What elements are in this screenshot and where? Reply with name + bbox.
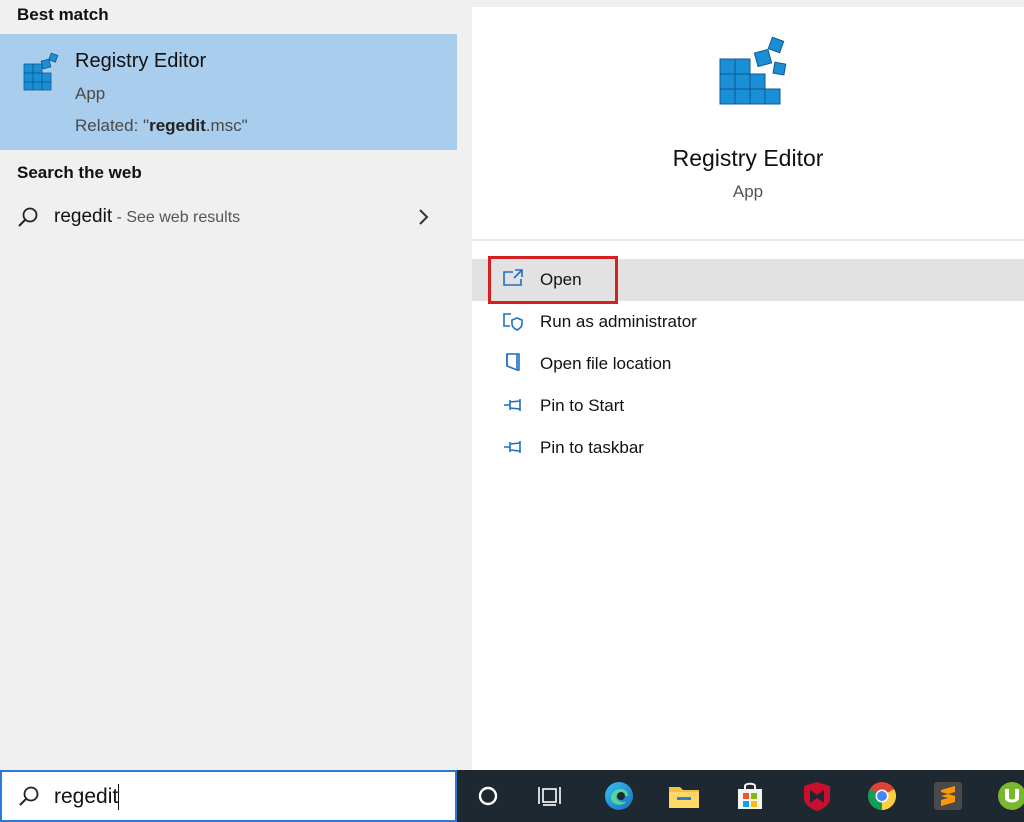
action-run-as-administrator[interactable]: Run as administrator xyxy=(472,301,1024,343)
edge-taskbar-button[interactable] xyxy=(592,770,646,822)
app-detail-type: App xyxy=(732,182,764,201)
file-location-icon xyxy=(506,353,520,372)
app-detail-title: Registry Editor xyxy=(672,145,824,171)
search-results-pane: Best match Registry Editor App Related: … xyxy=(0,0,457,770)
chevron-right-icon[interactable] xyxy=(414,208,432,226)
open-window-icon xyxy=(503,269,523,286)
text-caret xyxy=(118,784,119,810)
edge-icon xyxy=(605,782,633,810)
action-label: Open xyxy=(540,270,582,289)
app-detail-pane: Registry Editor App Open Run as administ… xyxy=(472,7,1024,770)
file-explorer-icon xyxy=(669,787,699,808)
pin-icon xyxy=(504,441,521,453)
taskbar xyxy=(457,770,1024,822)
web-result-term: regedit xyxy=(54,206,113,227)
sublime-taskbar-button[interactable] xyxy=(921,770,975,822)
taskbar-search-box[interactable] xyxy=(0,770,457,822)
file-explorer-taskbar-button[interactable] xyxy=(657,770,711,822)
shield-admin-icon xyxy=(503,313,523,331)
best-match-title: Registry Editor xyxy=(75,50,207,72)
web-result-label: regedit - See web results xyxy=(54,206,240,228)
cortana-button[interactable] xyxy=(461,770,515,822)
best-match-item-registry-editor[interactable]: Registry Editor App Related: "regedit.ms… xyxy=(0,34,457,150)
store-taskbar-button[interactable] xyxy=(723,770,777,822)
related-suffix: .msc" xyxy=(205,116,248,135)
mcafee-taskbar-button[interactable] xyxy=(790,770,844,822)
search-icon xyxy=(19,786,39,806)
registry-editor-large-icon xyxy=(719,36,787,105)
task-view-button[interactable] xyxy=(523,770,577,822)
app-detail-header: Registry Editor App xyxy=(472,7,1024,239)
web-result-item[interactable]: regedit - See web results xyxy=(0,196,457,240)
action-label: Pin to Start xyxy=(540,396,625,415)
best-match-type: App xyxy=(75,84,106,103)
action-open[interactable]: Open xyxy=(472,256,1024,304)
chrome-icon xyxy=(868,782,896,810)
store-icon xyxy=(738,782,762,809)
related-prefix: Related: " xyxy=(75,116,150,135)
utorrent-taskbar-button[interactable] xyxy=(985,770,1024,822)
task-view-icon xyxy=(538,787,561,806)
related-term: regedit xyxy=(149,116,206,135)
action-open-file-location[interactable]: Open file location xyxy=(472,343,1024,385)
cortana-circle-icon xyxy=(478,786,498,806)
action-label: Run as administrator xyxy=(540,312,697,331)
utorrent-icon xyxy=(998,782,1024,810)
best-match-related: Related: "regedit.msc" xyxy=(75,116,248,136)
search-web-heading: Search the web xyxy=(17,163,142,182)
action-pin-to-start[interactable]: Pin to Start xyxy=(472,385,1024,427)
sublime-icon xyxy=(934,782,962,810)
detail-divider xyxy=(472,239,1024,241)
mcafee-icon xyxy=(804,782,830,811)
pin-icon xyxy=(504,399,521,411)
search-icon xyxy=(18,207,38,227)
chrome-taskbar-button[interactable] xyxy=(855,770,909,822)
best-match-heading: Best match xyxy=(17,5,109,24)
web-result-hint: - See web results xyxy=(112,209,241,226)
registry-editor-icon xyxy=(23,52,59,91)
search-input[interactable] xyxy=(54,783,434,811)
action-label: Pin to taskbar xyxy=(540,438,644,457)
action-label: Open file location xyxy=(540,354,672,373)
action-pin-to-taskbar[interactable]: Pin to taskbar xyxy=(472,427,1024,469)
